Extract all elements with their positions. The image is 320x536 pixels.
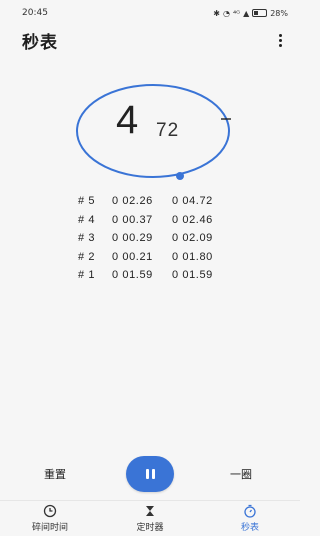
battery-icon	[252, 9, 268, 17]
battery-level: 28%	[270, 8, 288, 18]
lap-row: # 4 0 00.37 0 02.46	[78, 211, 258, 230]
lap-total: 0 04.72	[172, 195, 213, 208]
controls: 重置 一圈	[0, 456, 300, 492]
lap-number: # 1	[78, 269, 96, 282]
lap-button[interactable]: 一圈	[230, 466, 252, 482]
nav-label: 定时器	[136, 523, 164, 533]
time-main: 4	[116, 98, 139, 142]
lap-total: 0 01.80	[172, 250, 213, 263]
nav-item-timer[interactable]: 定时器	[100, 501, 200, 536]
clock-icon	[43, 504, 57, 518]
dial-knob	[176, 172, 184, 180]
lap-total: 0 02.09	[172, 232, 213, 245]
more-options-icon[interactable]	[275, 32, 286, 49]
stopwatch-icon	[244, 504, 256, 518]
network-indicator: ⁴ᴳ	[232, 8, 241, 18]
lap-time: 0 01.59	[112, 269, 153, 282]
lap-list: # 5 0 02.26 0 04.72 # 4 0 00.37 0 02.46 …	[78, 192, 258, 285]
lap-time: 0 00.21	[112, 250, 153, 263]
status-bar: 20:45 ✱ ◔ ⁴ᴳ ▲ 28%	[0, 0, 300, 26]
lap-number: # 5	[78, 195, 96, 208]
lap-total: 0 02.46	[172, 213, 213, 226]
pause-icon	[145, 469, 155, 479]
stopwatch-dial	[75, 84, 231, 184]
lap-total: 0 01.59	[172, 269, 213, 282]
status-icons: ✱ ◔ ⁴ᴳ ▲ 28%	[213, 9, 288, 18]
lap-time: 0 00.29	[112, 232, 153, 245]
lap-row: # 5 0 02.26 0 04.72	[78, 192, 258, 211]
reset-button[interactable]: 重置	[44, 466, 66, 482]
bottom-nav: 碎间时间 定时器 秒表	[0, 500, 300, 536]
lap-number: # 4	[78, 213, 96, 226]
pause-button[interactable]	[126, 456, 174, 492]
bluetooth-icon: ✱	[213, 8, 220, 18]
wifi-icon: ◔	[222, 8, 230, 18]
page-title: 秒表	[22, 32, 58, 53]
hourglass-icon	[146, 506, 154, 516]
nav-label: 碎间时间	[31, 523, 68, 533]
nav-item-clock[interactable]: 碎间时间	[0, 501, 100, 536]
header: 秒表	[0, 28, 300, 53]
status-time: 20:45	[22, 8, 48, 18]
lap-number: # 3	[78, 232, 96, 245]
lap-row: # 3 0 00.29 0 02.09	[78, 229, 258, 248]
nav-item-stopwatch[interactable]: 秒表	[200, 501, 300, 536]
lap-time: 0 02.26	[112, 195, 153, 208]
lap-row: # 2 0 00.21 0 01.80	[78, 248, 258, 267]
dial-ring	[76, 84, 230, 178]
lap-number: # 2	[78, 250, 96, 263]
dial-svg	[76, 84, 231, 180]
lap-time: 0 00.37	[112, 213, 153, 226]
signal-icon: ▲	[243, 8, 250, 18]
nav-label: 秒表	[240, 523, 259, 533]
lap-row: # 1 0 01.59 0 01.59	[78, 266, 258, 285]
time-sub: 72	[156, 120, 180, 141]
